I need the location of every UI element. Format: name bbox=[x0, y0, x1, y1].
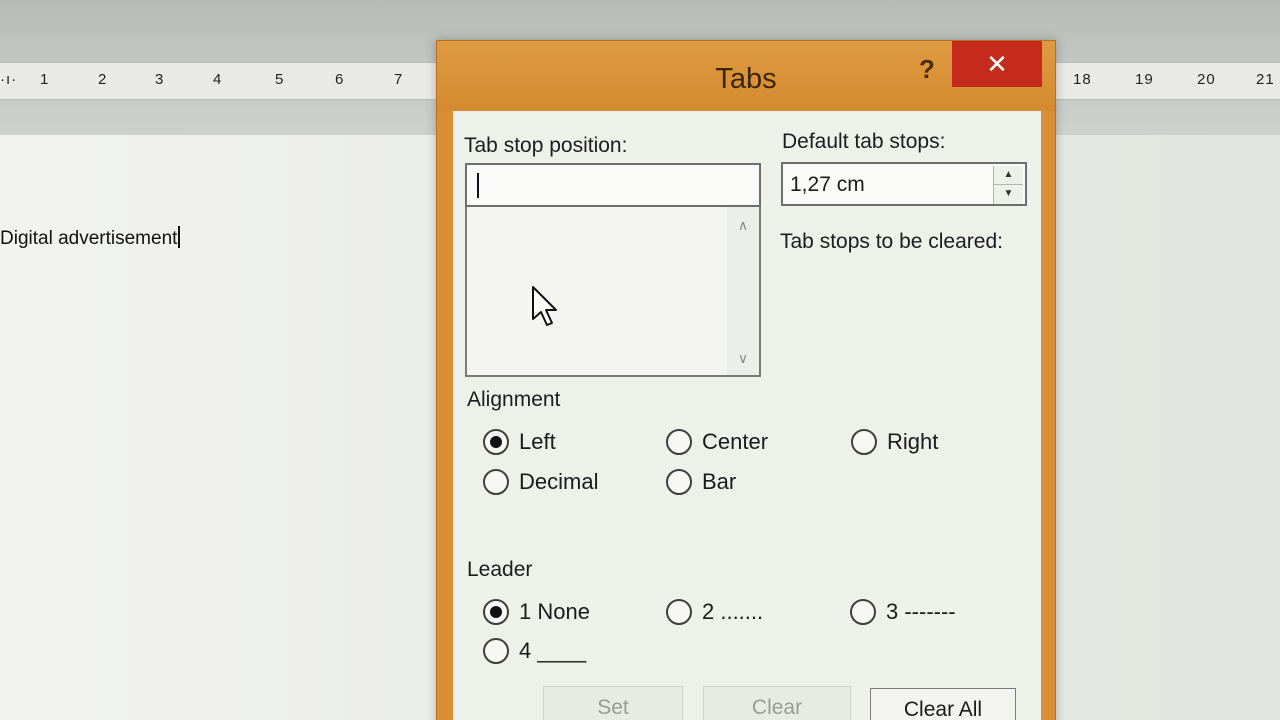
alignment-decimal-radio[interactable]: Decimal bbox=[483, 469, 598, 495]
default-tab-stops-value: 1,27 cm bbox=[790, 173, 865, 196]
scroll-up-icon[interactable]: ∧ bbox=[727, 217, 759, 234]
ruler-dots: ·ı· bbox=[0, 71, 18, 88]
ruler-number: 5 bbox=[275, 71, 285, 88]
tabs-dialog: Tabs ? ✕ Tab stop position: ∧ ∨ Default … bbox=[436, 40, 1056, 720]
clear-all-button[interactable]: Clear All bbox=[870, 688, 1016, 720]
radio-label: 2 ....... bbox=[702, 599, 764, 624]
radio-label: Bar bbox=[702, 469, 737, 494]
radio-label: Left bbox=[519, 429, 556, 454]
text-caret bbox=[477, 173, 479, 198]
radio-label: Decimal bbox=[519, 469, 599, 494]
leader-dashes-radio[interactable]: 3 ------- bbox=[850, 599, 956, 625]
alignment-left-radio[interactable]: Left bbox=[483, 429, 556, 455]
radio-unselected-icon bbox=[483, 638, 509, 664]
spin-down-icon[interactable]: ▼ bbox=[994, 184, 1023, 202]
radio-selected-icon bbox=[483, 599, 509, 625]
default-tab-stops-spinbox[interactable]: 1,27 cm ▲ ▼ bbox=[781, 162, 1027, 206]
ruler-number: 3 bbox=[155, 71, 165, 88]
radio-unselected-icon bbox=[666, 599, 692, 625]
ruler-number: 1 bbox=[40, 71, 50, 88]
leader-group-label: Leader bbox=[467, 558, 533, 581]
radio-label: 3 ------- bbox=[886, 599, 956, 624]
tab-stops-cleared-label: Tab stops to be cleared: bbox=[780, 230, 1003, 253]
alignment-center-radio[interactable]: Center bbox=[666, 429, 768, 455]
clear-button[interactable]: Clear bbox=[703, 686, 851, 720]
radio-unselected-icon bbox=[483, 469, 509, 495]
spin-up-icon[interactable]: ▲ bbox=[994, 166, 1023, 184]
dialog-body: Tab stop position: ∧ ∨ Default tab stops… bbox=[453, 111, 1041, 720]
tab-stop-position-input[interactable] bbox=[465, 163, 761, 207]
close-icon: ✕ bbox=[986, 49, 1008, 79]
radio-unselected-icon bbox=[666, 429, 692, 455]
set-button[interactable]: Set bbox=[543, 686, 683, 720]
close-button[interactable]: ✕ bbox=[952, 41, 1042, 87]
leader-dots-radio[interactable]: 2 ....... bbox=[666, 599, 763, 625]
default-tab-stops-label: Default tab stops: bbox=[782, 130, 946, 153]
ruler-number: 6 bbox=[335, 71, 345, 88]
ruler-number: 20 bbox=[1197, 71, 1216, 88]
ruler-number: 18 bbox=[1073, 71, 1092, 88]
ruler-number: 4 bbox=[213, 71, 223, 88]
text-caret bbox=[178, 226, 181, 248]
leader-underline-radio[interactable]: 4 ____ bbox=[483, 638, 586, 664]
radio-selected-icon bbox=[483, 429, 509, 455]
ruler-number: 7 bbox=[394, 71, 404, 88]
radio-unselected-icon bbox=[666, 469, 692, 495]
mouse-pointer-icon bbox=[532, 286, 557, 326]
document-text: Digital advertisement bbox=[0, 228, 178, 249]
radio-label: 1 None bbox=[519, 599, 590, 624]
alignment-right-radio[interactable]: Right bbox=[851, 429, 938, 455]
radio-label: Right bbox=[887, 429, 939, 454]
document-text-line[interactable]: Digital advertisement bbox=[0, 226, 181, 250]
ruler-number: 2 bbox=[98, 71, 108, 88]
tab-stop-position-label: Tab stop position: bbox=[464, 134, 628, 157]
alignment-bar-radio[interactable]: Bar bbox=[666, 469, 736, 495]
list-scrollbar[interactable]: ∧ ∨ bbox=[727, 207, 759, 375]
scroll-down-icon[interactable]: ∨ bbox=[727, 350, 759, 367]
radio-unselected-icon bbox=[851, 429, 877, 455]
leader-none-radio[interactable]: 1 None bbox=[483, 599, 590, 625]
spin-buttons: ▲ ▼ bbox=[993, 166, 1023, 204]
tab-stops-list[interactable]: ∧ ∨ bbox=[465, 207, 761, 377]
radio-label: Center bbox=[702, 429, 769, 454]
alignment-group-label: Alignment bbox=[467, 388, 561, 411]
ruler-number: 19 bbox=[1135, 71, 1154, 88]
radio-label: 4 ____ bbox=[519, 638, 587, 663]
radio-unselected-icon bbox=[850, 599, 876, 625]
dialog-title-bar[interactable]: Tabs ? ✕ bbox=[437, 41, 1055, 111]
help-button[interactable]: ? bbox=[907, 49, 947, 89]
ruler-number: 21 bbox=[1256, 71, 1275, 88]
